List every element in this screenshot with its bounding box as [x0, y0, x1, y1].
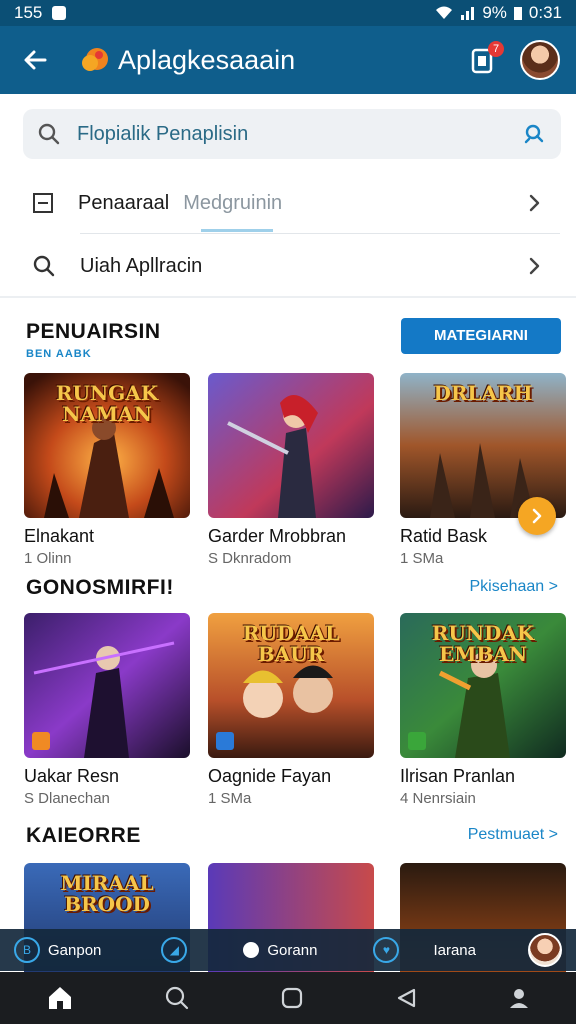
see-more-link[interactable]: Pkisehaan > — [469, 578, 558, 596]
game-meta: 1 SMa — [208, 790, 252, 807]
nav-profile[interactable] — [507, 986, 531, 1010]
game-art-title: MIRAAL BROOD — [60, 871, 154, 916]
mini-player: B Ganpon ◢ Gorann ♥ Iarana — [0, 929, 576, 971]
game-thumbnail: RUNGAK NAMAN — [24, 373, 190, 518]
menu-row-category-tab[interactable]: Medgruinin — [183, 192, 282, 215]
compass-icon[interactable]: ◢ — [161, 937, 188, 963]
menu-row-category-label: Penaaraal — [78, 191, 170, 214]
user-avatar[interactable] — [520, 40, 560, 80]
player-item-1-label: Ganpon — [48, 941, 102, 959]
notifications-button[interactable]: 7 — [468, 41, 504, 75]
app-bar: Aplagkesaaain 7 — [0, 26, 576, 94]
status-clock: 0:31 — [528, 3, 562, 22]
menu-row-category[interactable]: Penaaraal Medgruinin — [0, 172, 576, 234]
nav-search[interactable] — [164, 985, 190, 1011]
section-subtitle: BEN AABK — [26, 348, 92, 360]
game-card[interactable]: RUNGAK NAMAN Elnakant 1 Olinn — [24, 373, 190, 567]
notification-app-icon — [52, 6, 67, 20]
b-icon: B — [14, 937, 40, 963]
game-name: Ilrisan Pranlan — [400, 766, 516, 786]
game-name: Garder Mrobbran — [208, 526, 347, 546]
game-art-title: RUDAAL BAUR — [242, 621, 340, 666]
game-name: Elnakant — [24, 526, 95, 546]
game-thumbnail: RUNDAK EMBAN — [400, 613, 566, 758]
game-card[interactable]: RUDAAL BAUR Oagnide Fayan 1 SMa — [208, 613, 374, 807]
game-card[interactable]: DRLARH Ratid Bask 1 SMa — [400, 373, 566, 567]
game-thumbnail: RUDAAL BAUR — [208, 613, 374, 758]
notification-badge: 7 — [488, 41, 504, 57]
menu-row-search-apps-label: Uiah Apllracin — [80, 254, 203, 277]
game-card[interactable]: RUNDAK EMBAN Ilrisan Pranlan 4 Nenrsiain — [400, 613, 566, 807]
battery-icon — [513, 7, 522, 20]
chevron-right-icon — [529, 257, 540, 275]
section-title: KAIEORRE — [26, 824, 141, 847]
app-logo-icon — [82, 48, 108, 71]
game-art — [208, 373, 374, 518]
triangle-back-icon — [397, 988, 415, 1008]
nav-back[interactable] — [394, 986, 418, 1010]
platform-badge — [32, 732, 50, 750]
page-title: Aplagkesaaain — [118, 44, 296, 75]
section-title: GONOSMIRFI! — [26, 576, 174, 599]
game-meta: 1 SMa — [400, 550, 444, 567]
game-card[interactable]: Uakar Resn S Dlanechan — [24, 613, 190, 807]
home-icon — [48, 987, 71, 1009]
platform-badge — [216, 732, 234, 750]
game-thumbnail — [24, 613, 190, 758]
game-card[interactable]: Garder Mrobbran S Dknradom — [208, 373, 374, 567]
row-divider — [80, 233, 560, 234]
search-icon — [38, 123, 60, 145]
player-item-3-label[interactable]: Iarana — [433, 942, 476, 959]
bottom-navigation — [0, 972, 576, 1024]
game-art-title: DRLARH — [433, 381, 533, 405]
camera-search-icon[interactable] — [521, 121, 547, 147]
chevron-right-icon — [529, 194, 540, 212]
game-name: Oagnide Fayan — [208, 766, 332, 786]
game-meta: S Dknradom — [208, 550, 292, 567]
nav-home[interactable] — [45, 983, 75, 1013]
person-icon — [510, 989, 529, 1008]
tab-indicator — [201, 229, 273, 232]
player-item-2[interactable]: Gorann — [243, 942, 317, 959]
game-thumbnail — [208, 373, 374, 518]
player-avatar[interactable] — [528, 933, 562, 967]
search-icon — [166, 986, 189, 1010]
menu-row-search-apps[interactable]: Uiah Apllracin — [0, 235, 576, 297]
game-name: Uakar Resn — [24, 766, 120, 786]
game-art-title: RUNDAK EMBAN — [431, 621, 535, 666]
search-placeholder: Flopialik Penaplisin — [77, 122, 249, 145]
search-bar[interactable]: Flopialik Penaplisin — [23, 109, 561, 159]
game-meta: 1 Olinn — [24, 550, 72, 567]
floating-action-button[interactable] — [518, 497, 556, 535]
section-title: PENUAIRSIN — [26, 320, 161, 343]
search-icon — [33, 255, 55, 277]
signal-icon — [461, 7, 475, 20]
category-button[interactable]: MATEGIARNI — [401, 318, 561, 354]
see-more-link[interactable]: Pestmuaet > — [468, 826, 558, 844]
game-meta: S Dlanechan — [24, 790, 110, 807]
wifi-icon — [436, 6, 453, 19]
game-art-title: RUNGAK NAMAN — [55, 381, 159, 426]
record-icon — [243, 942, 260, 958]
square-icon — [281, 987, 303, 1009]
category-icon — [33, 193, 53, 213]
player-item-1[interactable]: B Ganpon — [14, 937, 101, 963]
heart-icon[interactable]: ♥ — [373, 937, 400, 963]
section-divider — [0, 296, 576, 298]
status-bar: 155 9% 0:31 — [0, 0, 576, 26]
platform-badge — [408, 732, 426, 750]
chevron-right-icon — [532, 508, 542, 524]
arrow-left-icon[interactable] — [16, 45, 56, 75]
game-meta: 4 Nenrsiain — [400, 790, 476, 807]
battery-percent: 9% — [482, 3, 507, 22]
nav-recents[interactable] — [280, 986, 304, 1010]
game-thumbnail: DRLARH — [400, 373, 566, 518]
status-time-left: 155 — [14, 3, 43, 22]
player-item-2-label: Gorann — [267, 941, 318, 959]
